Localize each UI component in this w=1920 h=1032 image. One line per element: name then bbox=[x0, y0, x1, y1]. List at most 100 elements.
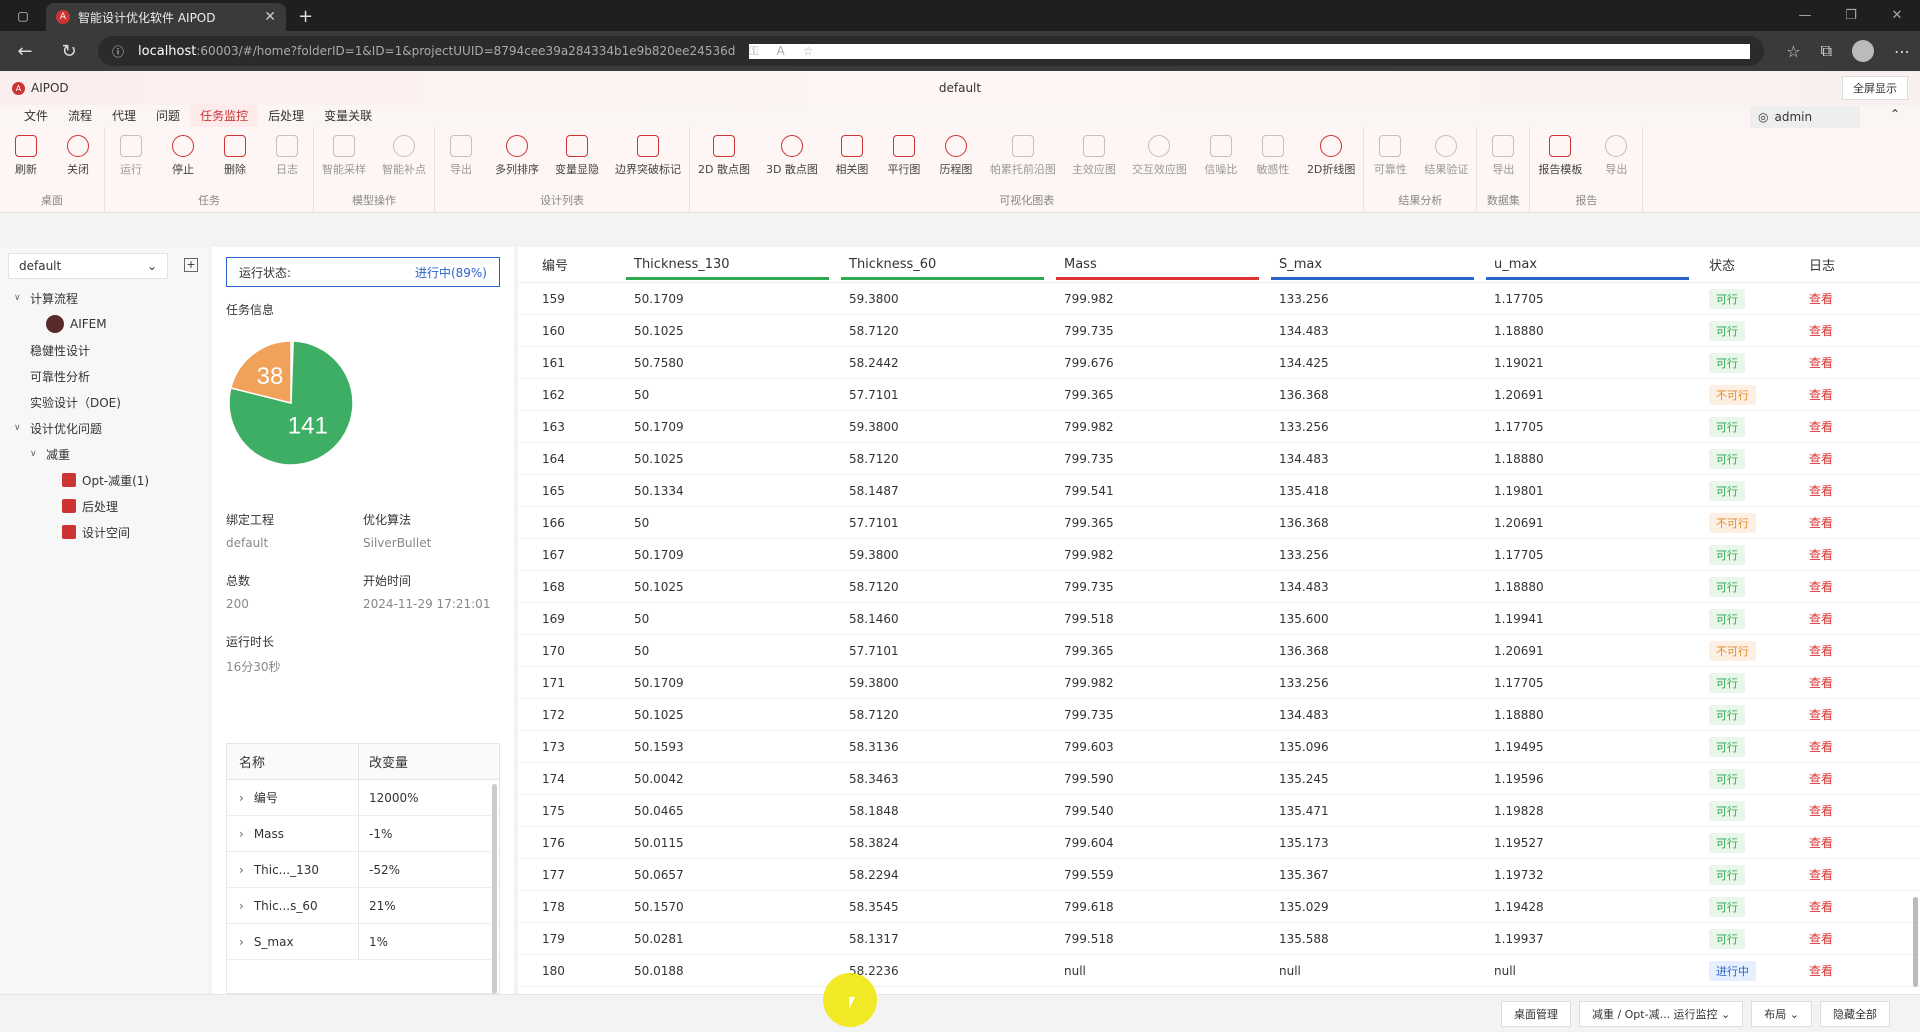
table-header-0[interactable]: 编号 bbox=[518, 247, 626, 283]
fullscreen-button[interactable]: 全屏显示 bbox=[1842, 76, 1908, 100]
table-row[interactable]: 166 50 57.7101 799.365 136.368 1.20691 不可行 查看 bbox=[518, 507, 1920, 539]
tree-item[interactable]: ∨ 减重 bbox=[8, 441, 200, 467]
table-header-2[interactable]: Thickness_60 bbox=[841, 247, 1056, 283]
chevron-icon[interactable]: ∨ bbox=[14, 423, 24, 433]
ribbon-button[interactable]: 信噪比 bbox=[1195, 135, 1247, 192]
ribbon-button[interactable]: 智能补点 bbox=[374, 135, 434, 192]
menu-item[interactable]: 代理 bbox=[102, 105, 146, 127]
info-icon[interactable]: ⓘ bbox=[112, 43, 124, 60]
ribbon-button[interactable]: 可靠性 bbox=[1364, 135, 1416, 192]
chevron-right-icon[interactable]: › bbox=[239, 935, 244, 949]
table-row[interactable]: 180 50.0188 58.2236 null null null 进行中 查看 bbox=[518, 955, 1920, 987]
window-menu-icon[interactable]: ▢ bbox=[0, 0, 46, 31]
menu-item[interactable]: 文件 bbox=[14, 105, 58, 127]
close-window-icon[interactable]: ✕ bbox=[1874, 0, 1920, 31]
favorite-icon[interactable]: ☆ bbox=[803, 44, 814, 59]
ribbon-button[interactable]: 刷新 bbox=[0, 135, 52, 192]
view-log-link[interactable]: 查看 bbox=[1801, 386, 1861, 403]
change-row[interactable]: › S_max 1% bbox=[227, 924, 499, 960]
table-header-7[interactable]: 日志 bbox=[1801, 247, 1861, 283]
view-log-link[interactable]: 查看 bbox=[1801, 642, 1861, 659]
url-field[interactable]: ⓘ localhost:60003/#/home?folderID=1&ID=1… bbox=[98, 36, 1765, 66]
ribbon-button[interactable]: 多列排序 bbox=[487, 135, 547, 192]
ribbon-button[interactable]: 平行图 bbox=[878, 135, 930, 192]
footer-button[interactable]: 布局 ⌄ bbox=[1751, 1000, 1812, 1027]
new-tab-icon[interactable]: + bbox=[286, 6, 325, 31]
change-table-scrollbar[interactable] bbox=[492, 784, 497, 994]
ribbon-button[interactable]: 2D 散点图 bbox=[690, 135, 758, 192]
view-log-link[interactable]: 查看 bbox=[1801, 738, 1861, 755]
table-row[interactable]: 168 50.1025 58.7120 799.735 134.483 1.18880 可行… bbox=[518, 571, 1920, 603]
tree-item[interactable]: ∨ 设计优化问题 bbox=[8, 415, 200, 441]
back-icon[interactable]: ← bbox=[10, 41, 40, 62]
view-log-link[interactable]: 查看 bbox=[1801, 962, 1861, 979]
ribbon-button[interactable]: 边界突破标记 bbox=[607, 135, 689, 192]
table-row[interactable]: 164 50.1025 58.7120 799.735 134.483 1.18880 可行… bbox=[518, 443, 1920, 475]
view-log-link[interactable]: 查看 bbox=[1801, 354, 1861, 371]
favorites-icon[interactable]: ☆ bbox=[1786, 42, 1800, 61]
chevron-right-icon[interactable]: › bbox=[239, 827, 244, 841]
footer-button[interactable]: 减重 / Opt-减... 运行监控 ⌄ bbox=[1578, 1000, 1744, 1027]
ribbon-button[interactable]: 结果验证 bbox=[1416, 135, 1476, 192]
ribbon-button[interactable]: 停止 bbox=[157, 135, 209, 192]
table-row[interactable]: 174 50.0042 58.3463 799.590 135.245 1.19596 可行… bbox=[518, 763, 1920, 795]
table-row[interactable]: 173 50.1593 58.3136 799.603 135.096 1.19495 可行… bbox=[518, 731, 1920, 763]
tree-item[interactable]: AIFEM bbox=[8, 311, 200, 337]
menu-item[interactable]: 变量关联 bbox=[314, 105, 382, 127]
menu-item[interactable]: 后处理 bbox=[258, 105, 314, 127]
ribbon-button[interactable]: 变量显隐 bbox=[547, 135, 607, 192]
table-row[interactable]: 178 50.1570 58.3545 799.618 135.029 1.19428 可行… bbox=[518, 891, 1920, 923]
view-log-link[interactable]: 查看 bbox=[1801, 578, 1861, 595]
view-log-link[interactable]: 查看 bbox=[1801, 866, 1861, 883]
view-log-link[interactable]: 查看 bbox=[1801, 674, 1861, 691]
tree-item[interactable]: 后处理 bbox=[8, 493, 200, 519]
chevron-right-icon[interactable]: › bbox=[239, 863, 244, 877]
project-dropdown[interactable]: default ⌄ bbox=[8, 253, 168, 279]
menu-item[interactable]: 任务监控 bbox=[190, 105, 259, 127]
tree-item[interactable]: 稳健性设计 bbox=[8, 337, 200, 363]
ribbon-button[interactable]: 3D 散点图 bbox=[758, 135, 826, 192]
table-row[interactable]: 179 50.0281 58.1317 799.518 135.588 1.19937 可行… bbox=[518, 923, 1920, 955]
view-log-link[interactable]: 查看 bbox=[1801, 482, 1861, 499]
table-row[interactable]: 177 50.0657 58.2294 799.559 135.367 1.19732 可行… bbox=[518, 859, 1920, 891]
restore-icon[interactable]: ❐ bbox=[1828, 0, 1874, 31]
table-row[interactable]: 161 50.7580 58.2442 799.676 134.425 1.19021 可行… bbox=[518, 347, 1920, 379]
view-log-link[interactable]: 查看 bbox=[1801, 706, 1861, 723]
ribbon-button[interactable]: 关闭 bbox=[52, 135, 104, 192]
view-log-link[interactable]: 查看 bbox=[1801, 450, 1861, 467]
table-scrollbar[interactable] bbox=[1913, 897, 1918, 987]
table-row[interactable]: 165 50.1334 58.1487 799.541 135.418 1.19801 可行… bbox=[518, 475, 1920, 507]
table-row[interactable]: 162 50 57.7101 799.365 136.368 1.20691 不可行 查看 bbox=[518, 379, 1920, 411]
view-log-link[interactable]: 查看 bbox=[1801, 290, 1861, 307]
ribbon-button[interactable]: 2D折线图 bbox=[1299, 135, 1363, 192]
tree-item[interactable]: 可靠性分析 bbox=[8, 363, 200, 389]
chevron-right-icon[interactable]: › bbox=[239, 791, 244, 805]
ribbon-button[interactable]: 帕累托前沿图 bbox=[982, 135, 1064, 192]
table-header-3[interactable]: Mass bbox=[1056, 247, 1271, 283]
table-row[interactable]: 167 50.1709 59.3800 799.982 133.256 1.17705 可行… bbox=[518, 539, 1920, 571]
add-icon[interactable]: + bbox=[184, 258, 198, 272]
view-log-link[interactable]: 查看 bbox=[1801, 322, 1861, 339]
table-row[interactable]: 175 50.0465 58.1848 799.540 135.471 1.19828 可行… bbox=[518, 795, 1920, 827]
table-row[interactable]: 159 50.1709 59.3800 799.982 133.256 1.17705 可行… bbox=[518, 283, 1920, 315]
table-row[interactable]: 172 50.1025 58.7120 799.735 134.483 1.18880 可行… bbox=[518, 699, 1920, 731]
table-row[interactable]: 171 50.1709 59.3800 799.982 133.256 1.17705 可行… bbox=[518, 667, 1920, 699]
browser-tab[interactable]: A 智能设计优化软件 AIPOD ✕ bbox=[46, 3, 286, 31]
key-icon[interactable]: ⚿ bbox=[749, 44, 758, 59]
ribbon-button[interactable]: 运行 bbox=[105, 135, 157, 192]
view-log-link[interactable]: 查看 bbox=[1801, 418, 1861, 435]
chevron-icon[interactable]: ∨ bbox=[14, 293, 24, 303]
change-row[interactable]: › 编号 12000% bbox=[227, 780, 499, 816]
change-row[interactable]: › Mass -1% bbox=[227, 816, 499, 852]
chevron-icon[interactable]: ∨ bbox=[30, 449, 40, 459]
collections-icon[interactable]: ⧉ bbox=[1821, 41, 1832, 61]
table-header-5[interactable]: u_max bbox=[1486, 247, 1701, 283]
tree-item[interactable]: Opt-减重(1) bbox=[8, 467, 200, 493]
minimize-icon[interactable]: — bbox=[1782, 0, 1828, 31]
close-tab-icon[interactable]: ✕ bbox=[264, 9, 276, 25]
ribbon-button[interactable]: 智能采样 bbox=[314, 135, 374, 192]
ribbon-button[interactable]: 导出 bbox=[435, 135, 487, 192]
view-log-link[interactable]: 查看 bbox=[1801, 834, 1861, 851]
view-log-link[interactable]: 查看 bbox=[1801, 514, 1861, 531]
table-row[interactable]: 163 50.1709 59.3800 799.982 133.256 1.17705 可行… bbox=[518, 411, 1920, 443]
